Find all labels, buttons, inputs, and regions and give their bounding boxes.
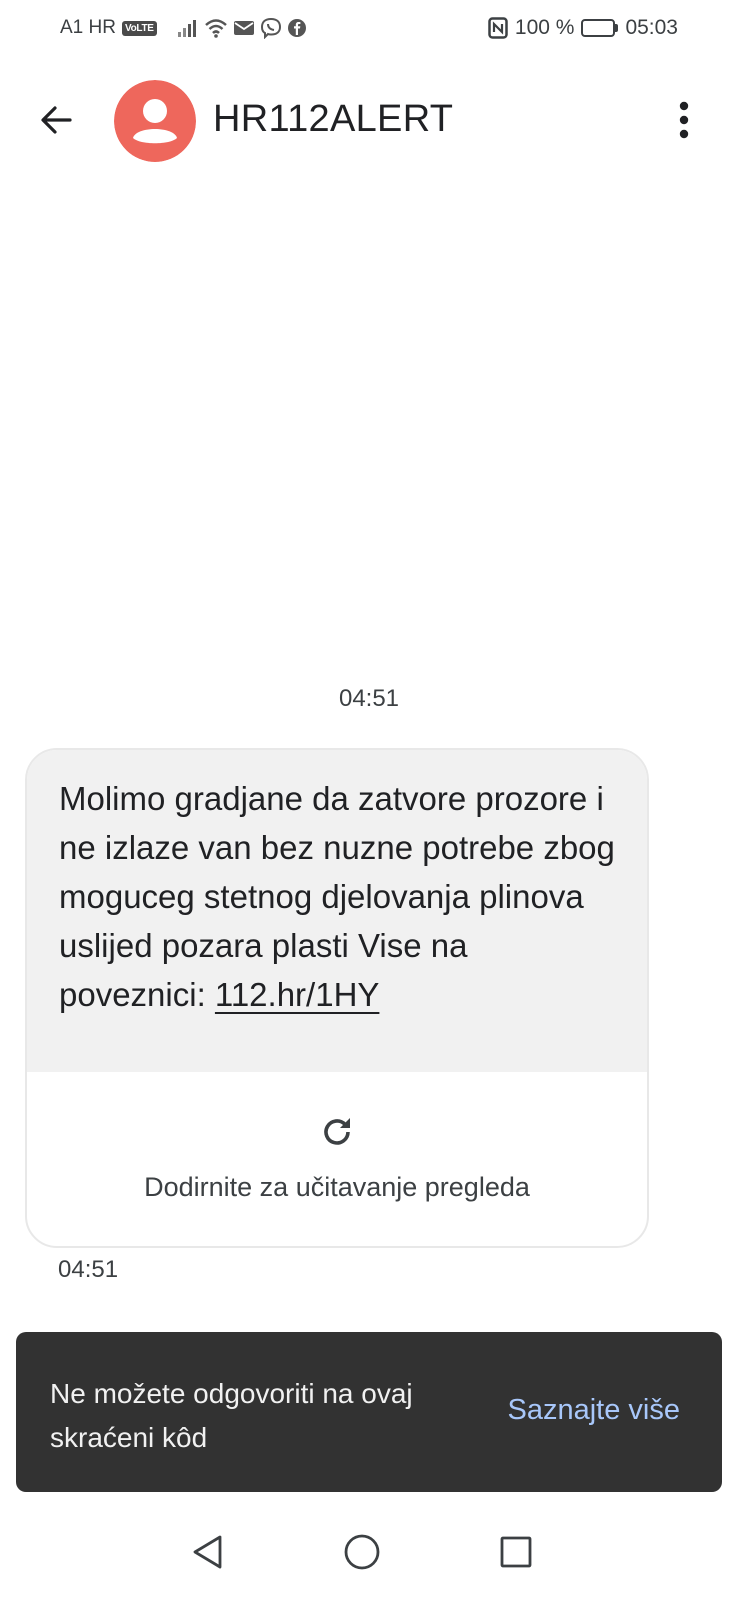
preview-label: Dodirnite za učitavanje pregleda: [144, 1172, 530, 1202]
home-circle-icon: [344, 1534, 380, 1570]
signal-icon: [177, 20, 196, 37]
more-options-button[interactable]: [660, 96, 708, 144]
navigation-bar: [0, 1508, 738, 1599]
notification-icons: [177, 17, 307, 39]
back-triangle-icon: [193, 1535, 222, 1569]
message-link[interactable]: 112.hr/1HY: [215, 976, 379, 1013]
recents-square-icon: [500, 1536, 532, 1568]
nav-home-button[interactable]: [338, 1528, 386, 1576]
date-stamp: 04:51: [338, 685, 400, 712]
facebook-icon: [287, 19, 306, 37]
wifi-icon: [204, 19, 227, 38]
battery-percent: 100 %: [514, 16, 575, 39]
nav-back-button[interactable]: [184, 1528, 232, 1576]
message-text: Molimo gradjane da zatvore prozore i ne …: [27, 750, 647, 1072]
learn-more-button[interactable]: Saznajte više: [508, 1394, 681, 1427]
status-left: A1 HR VoLTE: [60, 16, 307, 40]
status-right: 100 % 05:03: [488, 16, 678, 40]
status-bar: A1 HR VoLTE 100 % 05:03: [0, 0, 738, 56]
message-bubble[interactable]: Molimo gradjane da zatvore prozore i ne …: [25, 748, 649, 1248]
person-icon: [114, 80, 196, 162]
volte-badge: VoLTE: [121, 20, 157, 36]
snackbar: Ne možete odgovoriti na ovaj skraćeni kô…: [16, 1332, 722, 1492]
snackbar-message: Ne možete odgovoriti na ovaj skraćeni kô…: [50, 1378, 413, 1453]
app-bar: HR112ALERT: [0, 72, 738, 168]
mail-icon: [233, 21, 254, 35]
contact-avatar[interactable]: [114, 80, 196, 162]
link-preview-placeholder[interactable]: Dodirnite za učitavanje pregleda: [27, 1072, 647, 1246]
status-time: 05:03: [625, 16, 678, 39]
refresh-icon: [324, 1118, 350, 1145]
more-vert-icon: [679, 101, 689, 139]
carrier-name: A1 HR: [60, 17, 116, 38]
arrow-left-icon: [41, 106, 72, 134]
conversation-title: HR112ALERT: [213, 98, 454, 140]
message-time: 04:51: [58, 1256, 119, 1283]
nav-recents-button[interactable]: [492, 1528, 540, 1576]
nfc-icon: [488, 17, 508, 39]
back-button[interactable]: [32, 96, 80, 144]
viber-icon: [260, 17, 281, 39]
battery-icon: [581, 19, 619, 37]
